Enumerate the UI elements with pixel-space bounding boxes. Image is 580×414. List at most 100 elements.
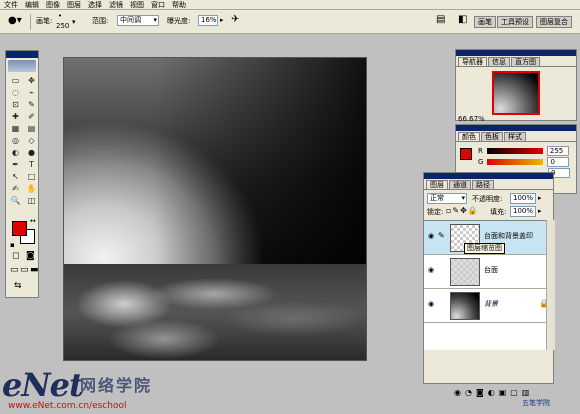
eraser-tool-icon[interactable]: ◎ — [9, 135, 22, 146]
tab-color[interactable]: 颜色 — [458, 132, 480, 141]
menu-layer[interactable]: 图层 — [67, 0, 81, 10]
layer-name[interactable]: 台面和背景盖印 — [484, 231, 533, 241]
trash-icon[interactable]: ▥ — [522, 388, 534, 397]
r-value[interactable]: 255 — [546, 146, 569, 156]
tab-navigator[interactable]: 导航器 — [458, 57, 487, 66]
color-fg-swatch[interactable] — [460, 148, 472, 160]
type-tool-icon[interactable]: T — [25, 159, 38, 170]
tab-paths[interactable]: 路径 — [472, 180, 494, 189]
tab-channels[interactable]: 通道 — [449, 180, 471, 189]
menu-edit[interactable]: 编辑 — [25, 0, 39, 10]
tab-styles[interactable]: 样式 — [504, 132, 526, 141]
magic-wand-tool-icon[interactable]: ⌁ — [25, 87, 38, 98]
menu-filter[interactable]: 滤镜 — [109, 0, 123, 10]
fill-input[interactable]: 100% — [510, 206, 536, 217]
swap-colors-icon[interactable]: ↔ — [30, 217, 36, 225]
lasso-tool-icon[interactable]: ◌ — [9, 87, 22, 98]
range-select[interactable]: 中间调 ▾ — [117, 15, 159, 26]
tab-histogram[interactable]: 直方图 — [511, 57, 540, 66]
layer-style-icon[interactable]: ◔ — [465, 388, 476, 397]
foreground-color-swatch[interactable] — [12, 221, 27, 236]
gradient-tool-icon[interactable]: ◇ — [25, 135, 38, 146]
navigator-body: 66.67% — [456, 67, 576, 123]
g-value[interactable]: 0 — [547, 157, 570, 167]
dock-tab-layer-comps[interactable]: 图层复合 — [536, 16, 572, 28]
layers-scrollbar[interactable] — [546, 220, 555, 350]
navigator-thumbnail[interactable] — [492, 71, 540, 115]
tab-layers[interactable]: 图层 — [426, 180, 448, 189]
jump-to-imageready-icon[interactable]: ⇆ — [14, 281, 22, 291]
adjustment-icon[interactable]: ◐ — [488, 388, 499, 397]
standard-mode-icon[interactable]: ◻ — [12, 251, 19, 261]
link-icon[interactable]: ◉ — [454, 388, 465, 397]
hand-tool-icon[interactable]: ✋ — [25, 183, 38, 194]
fullscreen-menu-icon[interactable]: ▭ — [20, 265, 29, 275]
dodge-tool-icon[interactable]: ● — [25, 147, 38, 158]
shape-tool-icon[interactable]: □ — [25, 171, 38, 182]
visibility-eye-icon[interactable]: ◉ — [426, 265, 436, 275]
fill-chevron-icon[interactable]: ▸ — [538, 207, 542, 215]
palette-well-icon[interactable]: ◧ — [458, 14, 467, 25]
menu-file[interactable]: 文件 — [4, 0, 18, 10]
visibility-eye-icon[interactable]: ◉ — [426, 299, 436, 309]
airbrush-icon[interactable]: ✈ — [231, 14, 239, 25]
tab-info[interactable]: 信息 — [488, 57, 510, 66]
new-group-icon[interactable]: ▣ — [499, 388, 511, 397]
crop-tool-icon[interactable]: ⊡ — [9, 99, 22, 110]
path-selection-tool-icon[interactable]: ✒ — [9, 159, 22, 170]
opacity-label: 不透明度: — [472, 195, 503, 203]
history-brush-tool-icon[interactable]: ▤ — [25, 123, 38, 134]
dodge-tool-icon[interactable]: ●▾ — [8, 15, 22, 26]
layer-thumbnail[interactable] — [450, 258, 480, 286]
exposure-input[interactable]: 16% — [198, 15, 218, 26]
menu-select[interactable]: 选择 — [88, 0, 102, 10]
move-tool-icon[interactable]: ✥ — [25, 75, 38, 86]
zoom-tool-icon[interactable]: 🔍 — [9, 195, 22, 206]
dock-tab-brushes[interactable]: 画笔 — [474, 16, 496, 28]
visibility-eye-icon[interactable]: ◉ — [426, 231, 436, 241]
document-canvas[interactable] — [63, 57, 367, 361]
navigator-zoom[interactable]: 66.67% — [458, 115, 485, 123]
pen-tool-icon[interactable]: ↖ — [9, 171, 22, 182]
slice-tool-icon[interactable]: ✎ — [25, 99, 38, 110]
menu-help[interactable]: 帮助 — [172, 0, 186, 10]
blend-mode-select[interactable]: 正常 ▾ — [427, 193, 467, 204]
toolbox-titlebar[interactable] — [6, 51, 38, 58]
layer-name[interactable]: 背景 — [484, 299, 498, 309]
layer-row[interactable]: ◉ 背景 🔒 — [424, 289, 549, 323]
quick-mask-mode-icon[interactable]: ◙ — [26, 251, 35, 261]
layer-row[interactable]: ◉ ✎ 台面和背景盖印 图层缩览图 — [424, 221, 546, 255]
standard-screen-icon[interactable]: ▭ — [10, 265, 19, 275]
watermark-right: 五笔学院 — [522, 399, 550, 407]
menu-image[interactable]: 图像 — [46, 0, 60, 10]
tab-swatches[interactable]: 色板 — [481, 132, 503, 141]
brush-link-icon[interactable]: ✎ — [438, 231, 445, 240]
new-layer-icon[interactable]: ▢ — [510, 388, 522, 397]
dock-tab-tool-presets[interactable]: 工具预设 — [497, 16, 533, 28]
brush-tool-icon[interactable]: ✐ — [25, 111, 38, 122]
opacity-input[interactable]: 100% — [510, 193, 536, 204]
brush-chevron-icon[interactable]: ▾ — [72, 18, 76, 26]
blur-tool-icon[interactable]: ◐ — [9, 147, 22, 158]
r-slider[interactable] — [486, 148, 543, 154]
layer-name[interactable]: 台面 — [484, 265, 498, 275]
layer-row[interactable]: ◉ 台面 — [424, 255, 546, 289]
lock-icons[interactable]: ▫✎✥🔒 — [446, 206, 479, 215]
opacity-chevron-icon[interactable]: ▸ — [538, 194, 542, 202]
exposure-chevron-icon[interactable]: ▸ — [220, 16, 224, 24]
mask-icon[interactable]: ◙ — [476, 388, 488, 397]
menu-window[interactable]: 窗口 — [151, 0, 165, 10]
clone-stamp-tool-icon[interactable]: ▦ — [9, 123, 22, 134]
healing-brush-tool-icon[interactable]: ✚ — [9, 111, 22, 122]
layer-thumbnail[interactable] — [450, 292, 480, 320]
default-colors-icon[interactable]: ▪ — [10, 241, 15, 249]
photoshop-logo[interactable] — [8, 60, 36, 72]
file-browser-icon[interactable]: ▤ — [436, 14, 445, 25]
notes-tool-icon[interactable]: ✍ — [9, 183, 22, 194]
g-slider[interactable] — [487, 159, 544, 165]
eyedropper-tool-icon[interactable]: ◫ — [25, 195, 38, 206]
menu-view[interactable]: 视图 — [130, 0, 144, 10]
brush-size[interactable]: 250 — [56, 22, 69, 30]
fullscreen-icon[interactable]: ▬ — [30, 265, 39, 275]
marquee-tool-icon[interactable]: ▭ — [9, 75, 22, 86]
